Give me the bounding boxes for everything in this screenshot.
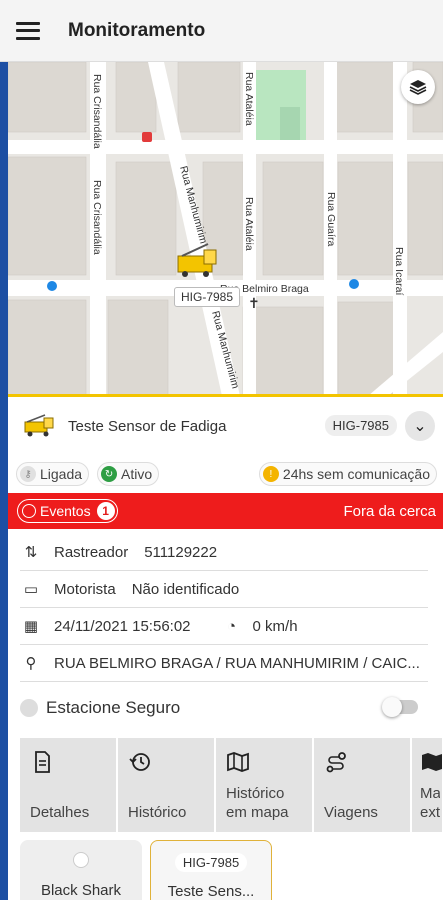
sync-icon: ↻ — [101, 466, 118, 482]
calendar-icon: ▦ — [23, 618, 39, 635]
vehicle-card[interactable]: Black Shark — [20, 840, 142, 900]
bell-icon — [22, 504, 36, 518]
vehicle-card-name: Teste Sens... — [167, 883, 255, 900]
trips-button[interactable]: Viagens — [314, 738, 410, 832]
details-button[interactable]: Detalhes — [20, 738, 116, 832]
sort-arrows-icon: ⇅ — [24, 544, 38, 561]
events-bar[interactable]: Eventos 1 Fora da cerca — [8, 493, 443, 529]
fence-alert: Fora da cerca — [343, 502, 436, 520]
safe-parking-label: Estacione Seguro — [46, 698, 181, 717]
details-label: Detalhes — [30, 804, 90, 821]
map-extra-icon — [422, 753, 442, 771]
ignition-label: Ligada — [40, 466, 83, 482]
page-title: Monitoramento — [68, 19, 206, 41]
tracker-label: Rastreador — [54, 543, 129, 561]
expand-button[interactable]: ⌄ — [405, 411, 435, 441]
events-button[interactable]: Eventos 1 — [17, 499, 118, 523]
driver-value: Não identificado — [131, 580, 240, 598]
speedometer-icon: ◔ — [227, 617, 237, 635]
street-label: Rua Icaraí — [393, 247, 405, 296]
address-value: RUA BELMIRO BRAGA / RUA MANHUMIRIM / CAI… — [54, 654, 420, 672]
action-tiles: Detalhes Histórico Histórico em mapa Via… — [20, 738, 443, 832]
vehicle-card-name: Black Shark — [40, 882, 122, 899]
trips-label: Viagens — [324, 804, 378, 821]
safe-parking-icon — [20, 699, 38, 717]
history-label: Histórico — [128, 804, 187, 821]
left-accent-bar — [0, 62, 8, 900]
app-bar: Monitoramento — [0, 0, 443, 62]
status-row: ⚷ Ligada ↻ Ativo ! 24hs sem comunicação — [8, 458, 443, 490]
safe-parking-row: Estacione Seguro — [20, 690, 420, 726]
datetime-value: 24/11/2021 15:56:02 — [54, 617, 191, 635]
map-canvas: Rua Crisandália Rua Crisandália Rua Manh… — [8, 62, 443, 396]
truck-icon — [24, 414, 54, 437]
document-icon — [35, 751, 50, 773]
map-extra-button[interactable]: Ma ext — [412, 738, 442, 832]
address-row: ⚲ RUA BELMIRO BRAGA / RUA MANHUMIRIM / C… — [20, 645, 428, 682]
history-map-label: Histórico em mapa — [226, 785, 289, 821]
street-label: Rua Crisandália — [91, 74, 103, 149]
tracker-value: 511129222 — [144, 543, 218, 561]
map-plate-tag: HIG-7985 — [174, 287, 241, 307]
vehicle-avatar — [73, 852, 89, 868]
menu-icon[interactable] — [16, 21, 40, 40]
driver-row: ▭ Motorista Não identificado — [20, 571, 428, 608]
layers-button[interactable] — [401, 70, 435, 104]
key-icon: ⚷ — [20, 466, 36, 482]
map-extra-label: Ma ext — [420, 785, 440, 821]
communication-badge: ! 24hs sem comunicação — [258, 462, 437, 486]
layers-icon — [409, 80, 427, 95]
map-view[interactable]: Rua Crisandália Rua Crisandália Rua Manh… — [8, 62, 443, 396]
svg-text:✝: ✝ — [248, 295, 260, 311]
id-card-icon: ▭ — [23, 581, 39, 598]
communication-label: 24hs sem comunicação — [282, 466, 430, 482]
history-icon — [129, 753, 150, 771]
vehicle-card-selected[interactable]: HIG-7985 Teste Sens... — [150, 840, 272, 900]
events-label: Eventos — [40, 503, 91, 519]
events-count-badge: 1 — [96, 502, 115, 520]
street-label: Rua Crisandália — [91, 180, 103, 255]
datetime-row: ▦ 24/11/2021 15:56:02 ◔ 0 km/h — [20, 608, 428, 645]
chevron-down-icon: ⌄ — [413, 418, 427, 435]
tracker-row: ⇅ Rastreador 511129222 — [20, 534, 428, 571]
state-badge: ↻ Ativo — [97, 462, 160, 486]
street-label: Rua Guaíra — [325, 192, 337, 246]
warning-icon: ! — [262, 466, 279, 482]
history-map-button[interactable]: Histórico em mapa — [216, 738, 312, 832]
speed-value: 0 km/h — [252, 617, 298, 635]
location-pin-icon: ⚲ — [25, 655, 37, 672]
driver-label: Motorista — [54, 580, 116, 598]
history-button[interactable]: Histórico — [118, 738, 214, 832]
vehicle-card-plate: HIG-7985 — [174, 853, 248, 872]
safe-parking-toggle[interactable] — [382, 697, 418, 717]
street-label: Rua Ataléia — [243, 72, 255, 126]
vehicle-header[interactable]: Teste Sensor de Fadiga HIG-7985 ⌄ — [8, 397, 443, 455]
ignition-badge: ⚷ Ligada — [16, 462, 90, 486]
vehicle-cards: Black Shark HIG-7985 Teste Sens... — [20, 840, 280, 900]
vehicle-plate-badge: HIG-7985 — [324, 415, 397, 436]
state-label: Ativo — [121, 466, 153, 482]
map-icon — [227, 752, 249, 772]
vehicle-name: Teste Sensor de Fadiga — [68, 417, 227, 435]
street-label: Rua Ataléia — [243, 197, 255, 251]
route-icon — [326, 752, 346, 773]
